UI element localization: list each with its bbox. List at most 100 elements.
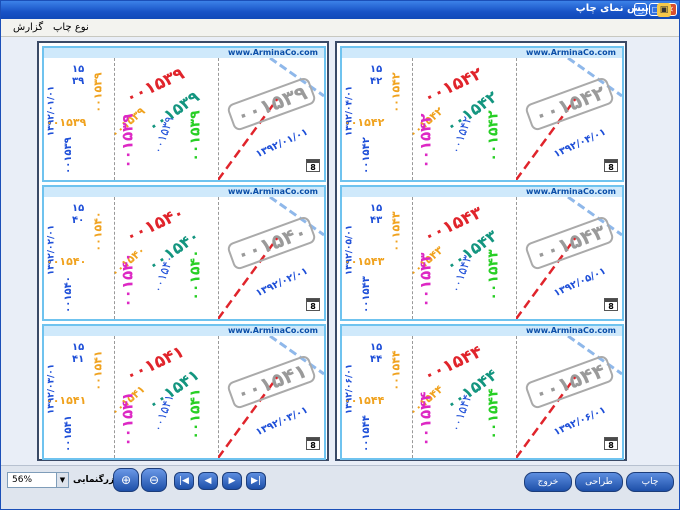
stub-number-1: ۱۵: [72, 64, 85, 75]
calendar-icon: 8: [604, 437, 618, 450]
stub-serial-blue: ۰۰۱۵۴۴: [360, 415, 372, 452]
serial-green: ۰۰۱۵۳۹: [187, 110, 204, 162]
calendar-icon: 8: [306, 437, 320, 450]
stub-number-2: ۴۲: [370, 76, 383, 87]
stub-number-2: ۴۱: [72, 354, 85, 365]
page-left: www.ArminaCo.com ۱۳۹۲/۰۱/۰۱ ۱۵ ۳۹ ۰۰۱۵۳۹ …: [37, 41, 329, 461]
calendar-icon: 8: [306, 159, 320, 172]
stub-serial-orange: ۰۰۱۵۴۲: [389, 72, 403, 113]
serial-green: ۰۰۱۵۴۰: [187, 249, 204, 301]
calendar-day: 8: [310, 163, 316, 172]
page-right: www.ArminaCo.com ۱۳۹۲/۰۴/۰۱ ۱۵ ۴۲ ۰۰۱۵۴۲ …: [335, 41, 627, 461]
title-bar: ✕ □ _ ▣ پیش نمای چاپ: [1, 1, 679, 19]
zoom-label: بزرگنمایی: [73, 475, 118, 485]
site-url: www.ArminaCo.com: [342, 326, 622, 336]
prev-page-icon[interactable]: ◀: [198, 472, 218, 490]
app-icon: ▣: [657, 3, 671, 17]
calendar-day: 8: [608, 163, 614, 172]
calendar-day: 8: [310, 302, 316, 311]
next-page-icon[interactable]: ▶: [222, 472, 242, 490]
menu-print-type[interactable]: نوع چاپ: [53, 22, 89, 33]
serial-magenta: ۰۰۱۵۳۹: [118, 113, 137, 169]
stub-serial-orange: ۰۰۱۵۴۱: [91, 350, 105, 391]
zoom-select[interactable]: 56% ▼: [7, 472, 69, 488]
ticket-main: ۰۰۱۵۳۹ ۱۳۹۲/۰۱/۰۱ 8: [218, 58, 324, 180]
stub-serial-blue: ۰۰۱۵۴۰: [62, 276, 74, 313]
menu-bar: گزارش نوع چاپ: [1, 19, 679, 37]
ticket-card: www.ArminaCo.com ۱۳۹۲/۰۴/۰۱ ۱۵ ۴۲ ۰۰۱۵۴۲ …: [340, 46, 624, 182]
ticket-card: www.ArminaCo.com ۱۳۹۲/۰۱/۰۱ ۱۵ ۳۹ ۰۰۱۵۳۹ …: [42, 46, 326, 182]
stub-number-1: ۱۵: [370, 203, 383, 214]
site-url: www.ArminaCo.com: [44, 326, 324, 336]
stub-serial-horizontal: ۰۰۱۵۴۴: [344, 394, 385, 407]
serial-magenta: ۰۰۱۵۴۱: [118, 391, 137, 447]
stub-numbers: ۱۵ ۴۴: [370, 342, 382, 366]
preview-canvas[interactable]: www.ArminaCo.com ۱۳۹۲/۰۴/۰۱ ۱۵ ۴۲ ۰۰۱۵۴۲ …: [1, 37, 679, 465]
calendar-day: 8: [608, 302, 614, 311]
site-url: www.ArminaCo.com: [342, 187, 622, 197]
stub-number-2: ۴۳: [370, 215, 383, 226]
stub-number-1: ۱۵: [72, 342, 85, 353]
ticket-middle: ۰۰۱۵۴۴ ۰۰۱۵۴۴ ۰۰۱۵۴۴ ۰۰۱۵۴۴ ۰۰۱۵۴۴ ۰۰۱۵۴…: [407, 336, 516, 458]
print-button[interactable]: چاپ: [626, 472, 674, 492]
ticket-stub: ۱۳۹۲/۰۲/۰۱ ۱۵ ۴۰ ۰۰۱۵۴۰ ۰۰۱۵۴۰ ۰۰۱۵۴۰: [44, 197, 114, 319]
ticket-middle: ۰۰۱۵۴۰ ۰۰۱۵۴۰ ۰۰۱۵۴۰ ۰۰۱۵۴۰ ۰۰۱۵۴۰ ۰۰۱۵۴…: [109, 197, 218, 319]
ticket-stub: ۱۳۹۲/۰۶/۰۱ ۱۵ ۴۴ ۰۰۱۵۴۴ ۰۰۱۵۴۴ ۰۰۱۵۴۴: [342, 336, 412, 458]
stub-serial-horizontal: ۰۰۱۵۳۹: [46, 116, 87, 129]
bottom-toolbar: 56% ▼ بزرگنمایی ⊕ ⊖ |◀ ◀ ▶ ▶| خروج طراحی …: [1, 465, 679, 509]
stub-number-2: ۴۰: [72, 215, 85, 226]
ticket-stub: ۱۳۹۲/۰۴/۰۱ ۱۵ ۴۲ ۰۰۱۵۴۲ ۰۰۱۵۴۲ ۰۰۱۵۴۲: [342, 58, 412, 180]
ticket-main: ۰۰۱۵۴۰ ۱۳۹۲/۰۲/۰۱ 8: [218, 197, 324, 319]
serial-magenta: ۰۰۱۵۴۴: [416, 391, 435, 447]
stub-serial-blue: ۰۰۱۵۴۲: [360, 137, 372, 174]
calendar-icon: 8: [604, 298, 618, 311]
stub-number-2: ۳۹: [72, 76, 85, 87]
serial-green: ۰۰۱۵۴۱: [187, 388, 204, 440]
serial-green: ۰۰۱۵۴۴: [485, 388, 502, 440]
stub-number-1: ۱۵: [370, 342, 383, 353]
zoom-out-icon[interactable]: ⊖: [141, 468, 167, 492]
calendar-icon: 8: [604, 159, 618, 172]
zoom-in-icon[interactable]: ⊕: [113, 468, 139, 492]
stub-serial-orange: ۰۰۱۵۳۹: [91, 72, 105, 113]
stub-serial-horizontal: ۰۰۱۵۴۱: [46, 394, 87, 407]
ticket-main: ۰۰۱۵۴۱ ۱۳۹۲/۰۳/۰۱ 8: [218, 336, 324, 458]
window-title: پیش نمای چاپ: [575, 3, 649, 14]
zoom-value: 56%: [12, 475, 33, 485]
serial-magenta: ۰۰۱۵۴۰: [118, 252, 137, 308]
last-page-icon[interactable]: ▶|: [246, 472, 266, 490]
exit-button[interactable]: خروج: [524, 472, 572, 492]
stub-serial-horizontal: ۰۰۱۵۴۰: [46, 255, 87, 268]
stub-serial-horizontal: ۰۰۱۵۴۲: [344, 116, 385, 129]
ticket-card: www.ArminaCo.com ۱۳۹۲/۰۳/۰۱ ۱۵ ۴۱ ۰۰۱۵۴۱ …: [42, 324, 326, 460]
site-url: www.ArminaCo.com: [44, 48, 324, 58]
ticket-middle: ۰۰۱۵۳۹ ۰۰۱۵۳۹ ۰۰۱۵۳۹ ۰۰۱۵۳۹ ۰۰۱۵۳۹ ۰۰۱۵۳…: [109, 58, 218, 180]
menu-report[interactable]: گزارش: [13, 22, 43, 33]
stub-serial-blue: ۰۰۱۵۳۹: [62, 137, 74, 174]
first-page-icon[interactable]: |◀: [174, 472, 194, 490]
ticket-main: ۰۰۱۵۴۲ ۱۳۹۲/۰۴/۰۱ 8: [516, 58, 622, 180]
stub-numbers: ۱۵ ۴۰: [72, 203, 84, 227]
design-button[interactable]: طراحی: [575, 472, 623, 492]
stub-number-1: ۱۵: [370, 64, 383, 75]
stub-serial-blue: ۰۰۱۵۴۱: [62, 415, 74, 452]
ticket-card: www.ArminaCo.com ۱۳۹۲/۰۲/۰۱ ۱۵ ۴۰ ۰۰۱۵۴۰ …: [42, 185, 326, 321]
stub-serial-orange: ۰۰۱۵۴۴: [389, 350, 403, 391]
serial-green: ۰۰۱۵۴۳: [485, 249, 502, 301]
stub-serial-orange: ۰۰۱۵۴۰: [91, 211, 105, 252]
serial-magenta: ۰۰۱۵۴۲: [416, 113, 435, 169]
stub-serial-blue: ۰۰۱۵۴۳: [360, 276, 372, 313]
calendar-icon: 8: [306, 298, 320, 311]
serial-magenta: ۰۰۱۵۴۳: [416, 252, 435, 308]
ticket-stub: ۱۳۹۲/۰۱/۰۱ ۱۵ ۳۹ ۰۰۱۵۳۹ ۰۰۱۵۳۹ ۰۰۱۵۳۹: [44, 58, 114, 180]
ticket-middle: ۰۰۱۵۴۱ ۰۰۱۵۴۱ ۰۰۱۵۴۱ ۰۰۱۵۴۱ ۰۰۱۵۴۱ ۰۰۱۵۴…: [109, 336, 218, 458]
stub-numbers: ۱۵ ۳۹: [72, 64, 84, 88]
stub-numbers: ۱۵ ۴۱: [72, 342, 84, 366]
site-url: www.ArminaCo.com: [342, 48, 622, 58]
ticket-main: ۰۰۱۵۴۴ ۱۳۹۲/۰۶/۰۱ 8: [516, 336, 622, 458]
site-url: www.ArminaCo.com: [44, 187, 324, 197]
stub-numbers: ۱۵ ۴۳: [370, 203, 382, 227]
ticket-main: ۰۰۱۵۴۳ ۱۳۹۲/۰۵/۰۱ 8: [516, 197, 622, 319]
calendar-day: 8: [310, 441, 316, 450]
stub-number-2: ۴۴: [370, 354, 383, 365]
